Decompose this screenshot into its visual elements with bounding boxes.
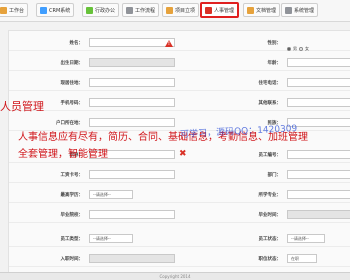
employee-id-label: 员工编号：	[258, 153, 282, 158]
hukou-field[interactable]	[89, 118, 175, 127]
employee-id-field[interactable]	[287, 150, 350, 159]
tab-system[interactable]: 系统管理	[281, 3, 319, 17]
tab-hr-management[interactable]: 人事管理	[200, 2, 240, 18]
overlay-title: 人员管理	[0, 100, 44, 113]
tab-workflow[interactable]: 工作流程	[122, 3, 160, 17]
school-label: 毕业院校：	[60, 213, 84, 218]
hukou-label: 户口所在地：	[56, 121, 83, 126]
tab-project[interactable]: 项目立项	[162, 3, 200, 17]
form-row: 姓名： 性别： 男 女	[9, 35, 350, 51]
hr-icon	[205, 6, 212, 14]
crm-icon	[40, 6, 47, 14]
emp-type-label: 员工类型：	[60, 237, 84, 242]
workflow-icon	[126, 6, 133, 14]
age-field[interactable]	[287, 58, 350, 67]
hire-date-field[interactable]	[89, 254, 175, 263]
gender-radio-group[interactable]: 男 女	[287, 46, 309, 52]
tab-documents[interactable]: 文档管理	[243, 3, 281, 17]
form-row: 手机号码： 其他联系：	[9, 95, 350, 111]
tab-admin-office[interactable]: 行政办公	[82, 3, 120, 17]
form-row: 员工类型： --请选择-- 员工状态： --请选择--	[9, 231, 350, 247]
document-icon	[247, 6, 254, 14]
dept-label: 部门：	[267, 173, 282, 178]
radio-female[interactable]	[299, 47, 303, 51]
birth-date-field[interactable]	[89, 58, 175, 67]
emp-status-label: 员工状态：	[258, 237, 282, 242]
graduate-major-field[interactable]	[287, 190, 350, 199]
tab-workbench[interactable]: 工作台	[0, 3, 29, 17]
top-navigation: 工作台 CRM系统 行政办公 工作流程 项目立项 人事管理 文档管理 系统管理	[0, 0, 350, 22]
job-number-label: 工资卡号：	[60, 173, 84, 178]
name-label: 姓名：	[69, 41, 84, 46]
other-contact-label: 其他联系：	[258, 101, 282, 106]
emp-status-select[interactable]: --请选择--	[287, 234, 325, 243]
job-number-field[interactable]	[89, 170, 175, 179]
form-row: 毕业院校： 毕业时间：	[9, 207, 350, 223]
school-field[interactable]	[89, 210, 175, 219]
project-icon	[166, 6, 173, 14]
dept-field[interactable]	[287, 170, 350, 179]
gender-label: 性别：	[267, 41, 282, 46]
form-row: 现居住地： 住宅电话：	[9, 75, 350, 91]
workbench-icon	[0, 6, 7, 14]
grad-time-field[interactable]	[287, 210, 350, 219]
status-select[interactable]: 在职	[287, 254, 317, 263]
form-row: 最高学历： --请选择-- 所学专业：	[9, 187, 350, 203]
birth-label: 出生日期：	[60, 61, 84, 66]
graduate-major-label: 所学专业：	[258, 193, 282, 198]
warning-icon	[165, 40, 173, 47]
overlay-description-line2: 全套管理，智能管理	[18, 149, 108, 160]
error-x-icon: ✖	[179, 149, 187, 159]
education-label: 最高学历：	[60, 193, 84, 198]
radio-male[interactable]	[287, 47, 291, 51]
mobile-field[interactable]	[89, 98, 175, 107]
current-address-field[interactable]	[89, 78, 175, 87]
grad-time-label: 毕业时间：	[258, 213, 282, 218]
current-address-label: 现居住地：	[60, 81, 84, 86]
age-label: 年龄：	[267, 61, 282, 66]
status-label: 职位状态：	[258, 257, 282, 262]
other-contact-field[interactable]	[287, 98, 350, 107]
name-field[interactable]	[89, 38, 175, 47]
office-icon	[86, 6, 93, 14]
home-phone-label: 住宅电话：	[258, 81, 282, 86]
hire-date-label: 入职时间：	[60, 257, 84, 262]
system-icon	[285, 6, 292, 14]
form-row: 入职时间： 职位状态： 在职	[9, 251, 350, 267]
form-row: 出生日期： 年龄：	[9, 55, 350, 71]
education-select[interactable]: --请选择--	[89, 190, 133, 199]
emp-type-select[interactable]: --请选择--	[89, 234, 133, 243]
home-phone-field[interactable]	[287, 78, 350, 87]
tab-crm[interactable]: CRM系统	[36, 3, 75, 17]
form-row: 工资卡号： 部门：	[9, 167, 350, 183]
mobile-label: 手机号码：	[60, 101, 84, 106]
footer: Copyright 2014	[0, 272, 350, 280]
